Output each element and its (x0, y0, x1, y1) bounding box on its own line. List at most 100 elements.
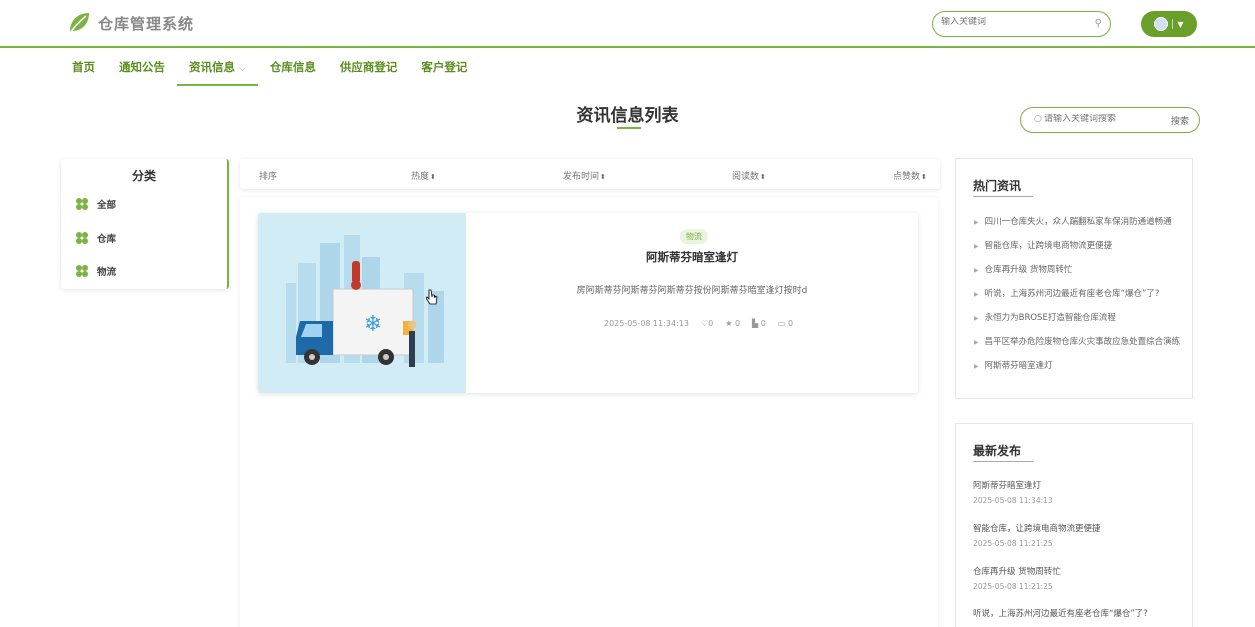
nav-item-warehouse[interactable]: 仓库信息 (258, 52, 328, 86)
sort-bar: 排序 热度⬍ 发布时间⬍ 阅读数⬍ 点赞数⬍ (240, 159, 940, 189)
user-menu-button[interactable]: ▼ (1141, 11, 1197, 37)
hot-news-label: 智能仓库，让跨境电商物流更便捷 (984, 241, 1113, 251)
latest-news-time: 2025-05-08 11:21:25 (973, 582, 1053, 591)
hot-news-label: 四川一仓库失火，众人踹翻私家车保消防通道畅通 (984, 217, 1172, 227)
category-item-logistics[interactable]: 物流 (75, 264, 116, 278)
hot-news-label: 仓库再升级 货物周转忙 (984, 265, 1073, 275)
chevron-down-icon: ⌵ (239, 64, 246, 74)
category-item-all[interactable]: 全部 (75, 197, 116, 211)
hot-news-label: 阿斯蒂芬暗室逢灯 (984, 361, 1053, 371)
triangle-icon: ▶ (974, 243, 979, 250)
triangle-icon: ▶ (974, 267, 979, 274)
latest-news-item[interactable]: 阿斯蒂芬暗室逢灯 (973, 479, 1041, 491)
news-meta: 2025-05-08 11:34:13 ♡0 ★ 0 ▙ 0 ▭ 0 (604, 319, 793, 328)
news-search-input[interactable] (1044, 114, 1164, 124)
news-search-box[interactable]: ○ 搜索 (1020, 107, 1200, 133)
search-button[interactable]: 搜索 (1171, 114, 1189, 127)
nav-item-news-label: 资讯信息 (189, 60, 235, 74)
top-search-input[interactable] (941, 17, 1086, 27)
sort-likes-label: 点赞数 (893, 172, 921, 182)
comments-count: ▭ 0 (778, 319, 793, 328)
hot-news-item[interactable]: ▶ 昌平区举办危险废物仓库火灾事故应急处置综合演练 (974, 335, 1180, 347)
main-nav: 首页 通知公告 资讯信息 ⌵ 仓库信息 供应商登记 客户登记 (60, 52, 479, 86)
likes-value: 0 (708, 319, 714, 328)
title-underline (617, 127, 641, 129)
triangle-icon: ▶ (974, 363, 979, 370)
sort-heat-label: 热度 (411, 172, 430, 182)
sort-arrows-icon: ⬍ (430, 173, 436, 181)
logo-text: 仓库管理系统 (98, 14, 195, 33)
news-description: 房阿斯蒂芬阿斯蒂芬阿斯蒂芬按份阿斯蒂芬暗室逢灯按时d (576, 286, 808, 296)
sort-by-heat[interactable]: 热度⬍ (411, 169, 436, 182)
category-label: 仓库 (97, 234, 117, 245)
category-label: 全部 (97, 200, 117, 211)
latest-news-item[interactable]: 听说，上海苏州河边最近有座老仓库“爆仓”了? (973, 607, 1148, 619)
latest-news-time: 2025-05-08 11:21:25 (973, 539, 1053, 548)
category-title: 分类 (131, 169, 156, 183)
sort-arrows-icon: ⬍ (760, 173, 766, 181)
latest-news-panel: 最新发布 阿斯蒂芬暗室逢灯 2025-05-08 11:34:13 智能仓库，让… (955, 423, 1193, 627)
logo[interactable]: 仓库管理系统 (66, 10, 194, 36)
top-header: 仓库管理系统 ⚲ ▼ (0, 0, 1255, 48)
comments-value: 0 (787, 319, 794, 328)
avatar (1154, 17, 1169, 31)
nav-item-home[interactable]: 首页 (60, 52, 107, 86)
hot-news-item[interactable]: ▶ 永恒力为BROSE打造智能仓库流程 (974, 311, 1116, 323)
sort-views-label: 阅读数 (732, 172, 760, 182)
news-card[interactable]: ❄ 物流 阿斯蒂芬暗室逢灯 房阿斯蒂芬阿斯蒂芬阿斯蒂芬按份阿斯蒂芬暗室逢灯按时d… (258, 213, 918, 393)
nav-item-supplier[interactable]: 供应商登记 (328, 52, 410, 86)
svg-text:❄: ❄ (364, 312, 382, 337)
news-title[interactable]: 阿斯蒂芬暗室逢灯 (466, 249, 918, 265)
sort-by-likes[interactable]: 点赞数⬍ (893, 169, 927, 182)
hot-news-item[interactable]: ▶ 阿斯蒂芬暗室逢灯 (974, 359, 1053, 371)
news-thumbnail[interactable]: ❄ (258, 213, 466, 393)
clover-icon (76, 198, 88, 210)
latest-news-title: 最新发布 (973, 444, 1022, 458)
divider (973, 461, 1033, 462)
book-icon: ▙ (752, 319, 761, 328)
leaf-logo-icon (69, 13, 89, 34)
hot-news-label: 永恒力为BROSE打造智能仓库流程 (984, 313, 1116, 323)
hot-news-item[interactable]: ▶ 仓库再升级 货物周转忙 (974, 263, 1072, 275)
latest-news-time: 2025-05-08 11:34:13 (973, 496, 1053, 505)
stars-count: ★ 0 (725, 319, 740, 328)
nav-item-notice[interactable]: 通知公告 (107, 52, 177, 86)
sort-time-label: 发布时间 (563, 172, 600, 182)
search-icon: ○ (1034, 114, 1042, 124)
views-value: 0 (760, 319, 766, 328)
hot-news-label: 昌平区举办危险废物仓库火灾事故应急处置综合演练 (984, 337, 1181, 347)
hot-news-title: 热门资讯 (973, 179, 1022, 193)
sort-by-time[interactable]: 发布时间⬍ (563, 169, 606, 182)
divider (1172, 19, 1174, 29)
views-count: ▙ 0 (752, 319, 766, 328)
category-panel: 分类 全部 仓库 物流 (61, 159, 229, 289)
search-icon[interactable]: ⚲ (1095, 18, 1102, 29)
hot-news-item[interactable]: ▶ 智能仓库，让跨境电商物流更便捷 (974, 239, 1112, 251)
sort-by-views[interactable]: 阅读数⬍ (732, 169, 766, 182)
clover-icon (76, 265, 88, 277)
triangle-icon: ▶ (974, 291, 979, 298)
hot-news-item[interactable]: ▶ 四川一仓库失火，众人踹翻私家车保消防通道畅通 (974, 215, 1172, 227)
news-time: 2025-05-08 11:34:13 (604, 319, 689, 328)
triangle-icon: ▶ (974, 339, 979, 346)
nav-item-news[interactable]: 资讯信息 ⌵ (177, 52, 258, 86)
nav-item-customer[interactable]: 客户登记 (409, 52, 479, 86)
triangle-icon: ▶ (974, 219, 979, 226)
likes-count: ♡0 (701, 319, 713, 328)
triangle-icon: ▶ (974, 315, 979, 322)
hot-news-item[interactable]: ▶ 听说，上海苏州河边最近有座老仓库“爆仓”了? (974, 287, 1159, 299)
clover-icon (76, 232, 88, 244)
comment-icon: ▭ (777, 319, 788, 328)
category-item-warehouse[interactable]: 仓库 (75, 231, 116, 245)
hand-cursor-icon (426, 289, 438, 305)
category-label: 物流 (97, 267, 117, 278)
latest-news-item[interactable]: 智能仓库，让跨境电商物流更便捷 (973, 522, 1101, 534)
hot-news-label: 听说，上海苏州河边最近有座老仓库“爆仓”了? (984, 289, 1160, 299)
sort-arrows-icon: ⬍ (921, 173, 927, 181)
latest-news-item[interactable]: 仓库再升级 货物周转忙 (973, 565, 1061, 577)
news-tag: 物流 (680, 229, 708, 244)
caret-down-icon: ▼ (1177, 19, 1184, 29)
stars-value: 0 (734, 319, 741, 328)
top-search-box[interactable]: ⚲ (932, 11, 1111, 37)
star-icon: ★ (725, 319, 735, 328)
